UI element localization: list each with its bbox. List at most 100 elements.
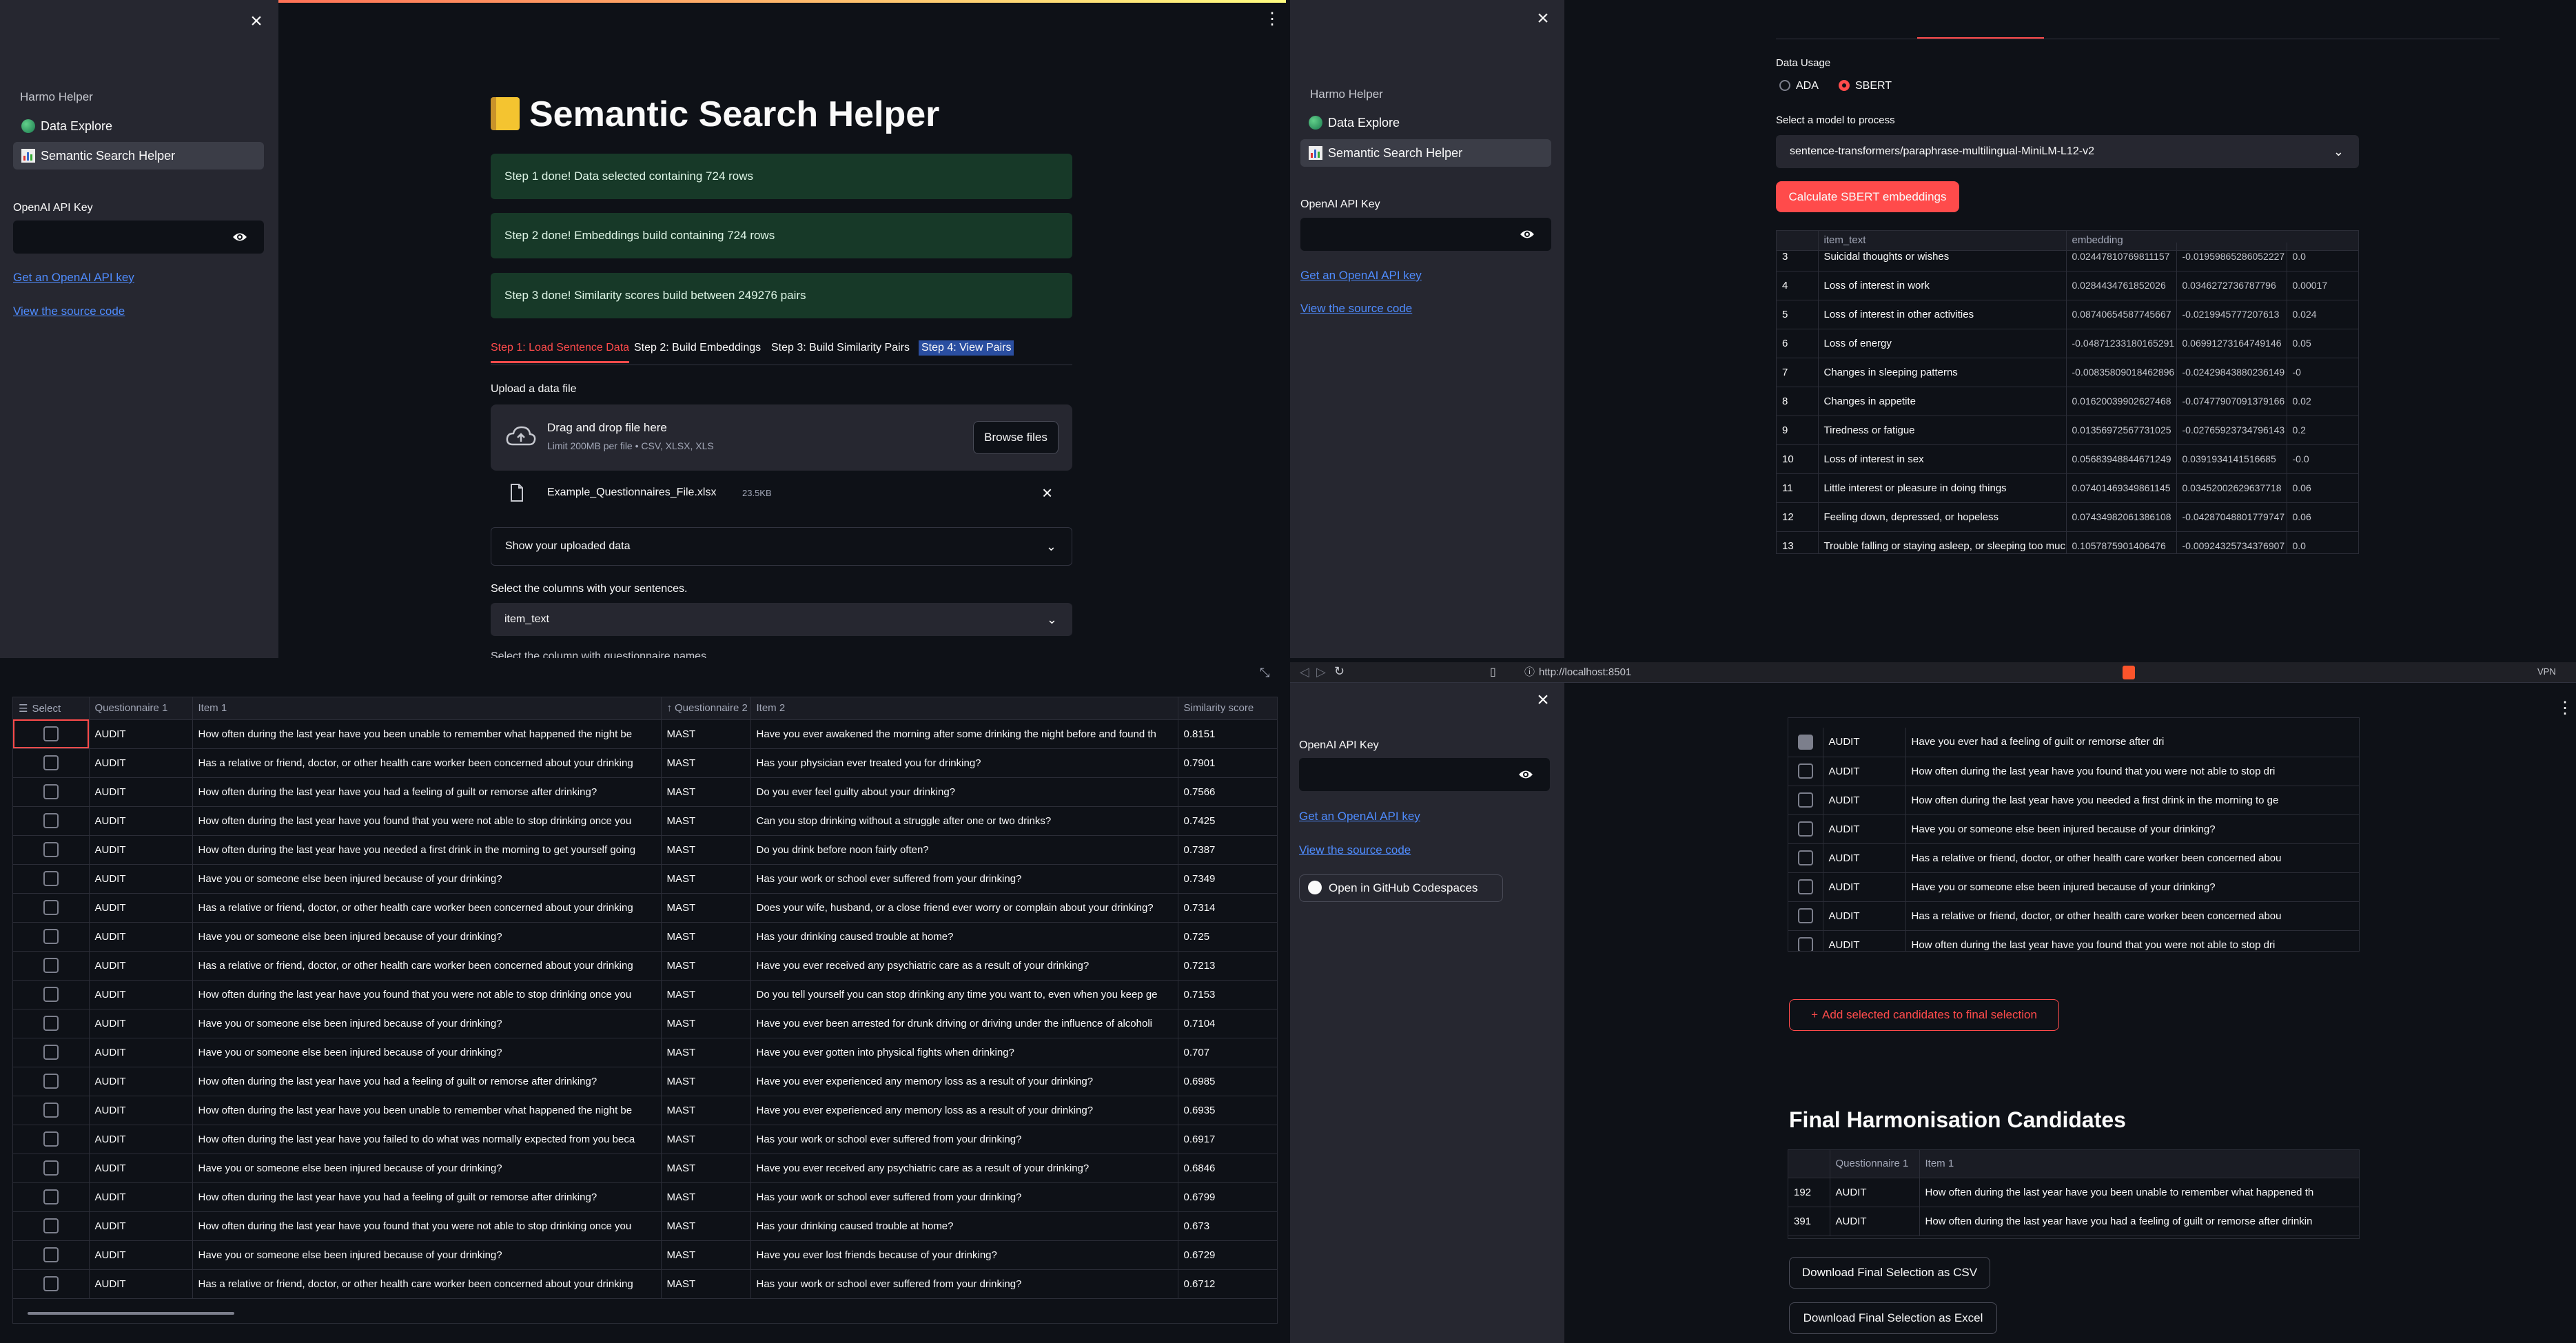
pairs-table[interactable]: ☰ Select Questionnaire 1 Item 1 ↑ Question…: [12, 697, 1278, 1324]
select-checkbox[interactable]: [1797, 734, 1813, 750]
bookmark-icon[interactable]: ▯: [1490, 665, 1496, 679]
table-row[interactable]: AUDIT Has a relative or friend, doctor, o…: [1788, 901, 2359, 931]
back-icon[interactable]: ◁: [1300, 665, 1309, 679]
kebab-menu-icon[interactable]: ⋮: [1264, 11, 1280, 28]
table-row[interactable]: AUDIT How often during the last year have…: [1788, 786, 2359, 815]
browse-files-button[interactable]: Browse files: [973, 421, 1059, 454]
table-row[interactable]: AUDIT Have you or someone else been injur…: [1788, 872, 2359, 902]
select-cell[interactable]: [1788, 728, 1823, 757]
file-dropzone[interactable]: Drag and drop file here Limit 200MB per …: [491, 404, 1072, 471]
vpn-badge[interactable]: VPN: [2537, 666, 2556, 677]
table-row[interactable]: AUDIT How often during the last year have…: [13, 806, 1277, 836]
select-cell[interactable]: [13, 806, 90, 836]
sidebar-item-data-explore[interactable]: Data Explore: [1300, 109, 1551, 136]
show-data-expander[interactable]: Show your uploaded data ⌄: [491, 527, 1072, 566]
table-row[interactable]: AUDIT Has a relative or friend, doctor, o…: [1788, 843, 2359, 873]
select-cell[interactable]: [13, 1009, 90, 1038]
kebab-menu-icon[interactable]: ⋮: [2557, 698, 2573, 718]
select-cell[interactable]: [1788, 814, 1823, 844]
table-row[interactable]: AUDIT Has a relative or friend, doctor, o…: [13, 1269, 1277, 1299]
source-code-link[interactable]: View the source code: [1299, 843, 1411, 857]
select-checkbox[interactable]: [1797, 821, 1813, 837]
radio-sbert[interactable]: SBERT: [1839, 80, 1892, 92]
select-checkbox[interactable]: [43, 958, 59, 973]
table-row[interactable]: AUDIT How often during the last year have…: [13, 1182, 1277, 1212]
api-key-input[interactable]: [13, 221, 264, 254]
table-row[interactable]: AUDIT How often during the last year have…: [13, 719, 1277, 749]
select-checkbox[interactable]: [43, 813, 59, 828]
calculate-embeddings-button[interactable]: Calculate SBERT embeddings: [1776, 181, 1959, 212]
select-cell[interactable]: [13, 1125, 90, 1154]
table-row[interactable]: AUDIT Have you or someone else been injur…: [13, 1154, 1277, 1183]
select-checkbox[interactable]: [43, 1131, 59, 1147]
select-checkbox[interactable]: [43, 900, 59, 915]
download-excel-button[interactable]: Download Final Selection as Excel: [1789, 1302, 1997, 1334]
select-checkbox[interactable]: [43, 1045, 59, 1060]
final-table[interactable]: Questionnaire 1 Item 1 192 AUDIT How often…: [1788, 1149, 2360, 1239]
table-row[interactable]: AUDIT Has a relative or friend, doctor, o…: [13, 748, 1277, 778]
table-row[interactable]: AUDIT Have you or someone else been injur…: [13, 1240, 1277, 1270]
fullscreen-icon[interactable]: ⤡: [1260, 666, 1269, 680]
select-checkbox[interactable]: [43, 1074, 59, 1089]
select-checkbox[interactable]: [43, 987, 59, 1002]
select-checkbox[interactable]: [1797, 908, 1813, 923]
select-cell[interactable]: [13, 980, 90, 1009]
column-select[interactable]: item_text ⌄: [491, 603, 1072, 636]
add-candidates-button[interactable]: + Add selected candidates to final select…: [1789, 999, 2059, 1031]
select-cell[interactable]: [1788, 757, 1823, 786]
select-checkbox[interactable]: [43, 1276, 59, 1291]
table-row[interactable]: AUDIT How often during the last year have…: [13, 1125, 1277, 1154]
select-checkbox[interactable]: [43, 1247, 59, 1262]
select-cell[interactable]: [13, 1154, 90, 1183]
select-cell[interactable]: [1788, 930, 1823, 951]
select-cell[interactable]: [13, 1269, 90, 1299]
table-row[interactable]: AUDIT How often during the last year have…: [13, 1067, 1277, 1096]
sidebar-item-data-explore[interactable]: Data Explore: [13, 112, 264, 140]
source-code-link[interactable]: View the source code: [13, 305, 125, 318]
eye-icon[interactable]: [232, 231, 247, 243]
select-checkbox[interactable]: [43, 755, 59, 770]
select-cell[interactable]: [13, 777, 90, 807]
table-row[interactable]: AUDIT Have you or someone else been injur…: [13, 1009, 1277, 1038]
radio-ada[interactable]: ADA: [1779, 80, 1819, 92]
table-row[interactable]: AUDIT Have you or someone else been injur…: [1788, 814, 2359, 844]
select-cell[interactable]: [13, 1038, 90, 1067]
select-cell[interactable]: [13, 1211, 90, 1241]
remove-file-icon[interactable]: ×: [1042, 482, 1052, 504]
reload-icon[interactable]: ↻: [1334, 664, 1345, 679]
table-row[interactable]: AUDIT How often during the last year have…: [13, 777, 1277, 807]
select-checkbox[interactable]: [43, 929, 59, 944]
tab-step2[interactable]: Step 2: Build Embeddings: [634, 342, 761, 354]
table-row[interactable]: AUDIT How often during the last year have…: [13, 835, 1277, 865]
select-cell[interactable]: [13, 1096, 90, 1125]
sidebar-item-semantic-search[interactable]: Semantic Search Helper: [13, 142, 264, 170]
get-api-key-link[interactable]: Get an OpenAI API key: [1299, 810, 1420, 823]
table-row[interactable]: AUDIT Have you ever had a feeling of guil…: [1788, 728, 2359, 757]
select-cell[interactable]: [1788, 872, 1823, 902]
select-checkbox[interactable]: [43, 1218, 59, 1233]
table-row[interactable]: AUDIT Have you or someone else been injur…: [13, 864, 1277, 894]
table-row[interactable]: AUDIT How often during the last year have…: [13, 1211, 1277, 1241]
download-csv-button[interactable]: Download Final Selection as CSV: [1789, 1257, 1990, 1289]
select-checkbox[interactable]: [43, 784, 59, 799]
address-bar[interactable]: ⓘ http://localhost:8501: [1524, 664, 2448, 681]
select-checkbox[interactable]: [1797, 763, 1813, 779]
eye-icon[interactable]: [1520, 228, 1535, 240]
api-key-input[interactable]: [1299, 758, 1550, 791]
close-sidebar-icon[interactable]: ×: [1533, 690, 1553, 710]
get-api-key-link[interactable]: Get an OpenAI API key: [13, 271, 134, 285]
table-row[interactable]: AUDIT How often during the last year have…: [13, 1096, 1277, 1125]
select-checkbox[interactable]: [43, 1103, 59, 1118]
select-checkbox[interactable]: [43, 1189, 59, 1204]
select-checkbox[interactable]: [1797, 850, 1813, 865]
select-checkbox[interactable]: [43, 1160, 59, 1176]
candidate-table[interactable]: AUDIT Have you ever had a feeling of guil…: [1788, 717, 2360, 952]
select-checkbox[interactable]: [43, 871, 59, 886]
select-checkbox[interactable]: [43, 726, 59, 741]
table-row[interactable]: AUDIT How often during the last year have…: [1788, 930, 2359, 951]
select-cell[interactable]: [1788, 901, 1823, 931]
table-row[interactable]: AUDIT Has a relative or friend, doctor, o…: [13, 893, 1277, 923]
table-row[interactable]: AUDIT Has a relative or friend, doctor, o…: [13, 951, 1277, 981]
tab-step3[interactable]: Step 3: Build Similarity Pairs: [771, 342, 910, 354]
select-cell[interactable]: [13, 951, 90, 981]
